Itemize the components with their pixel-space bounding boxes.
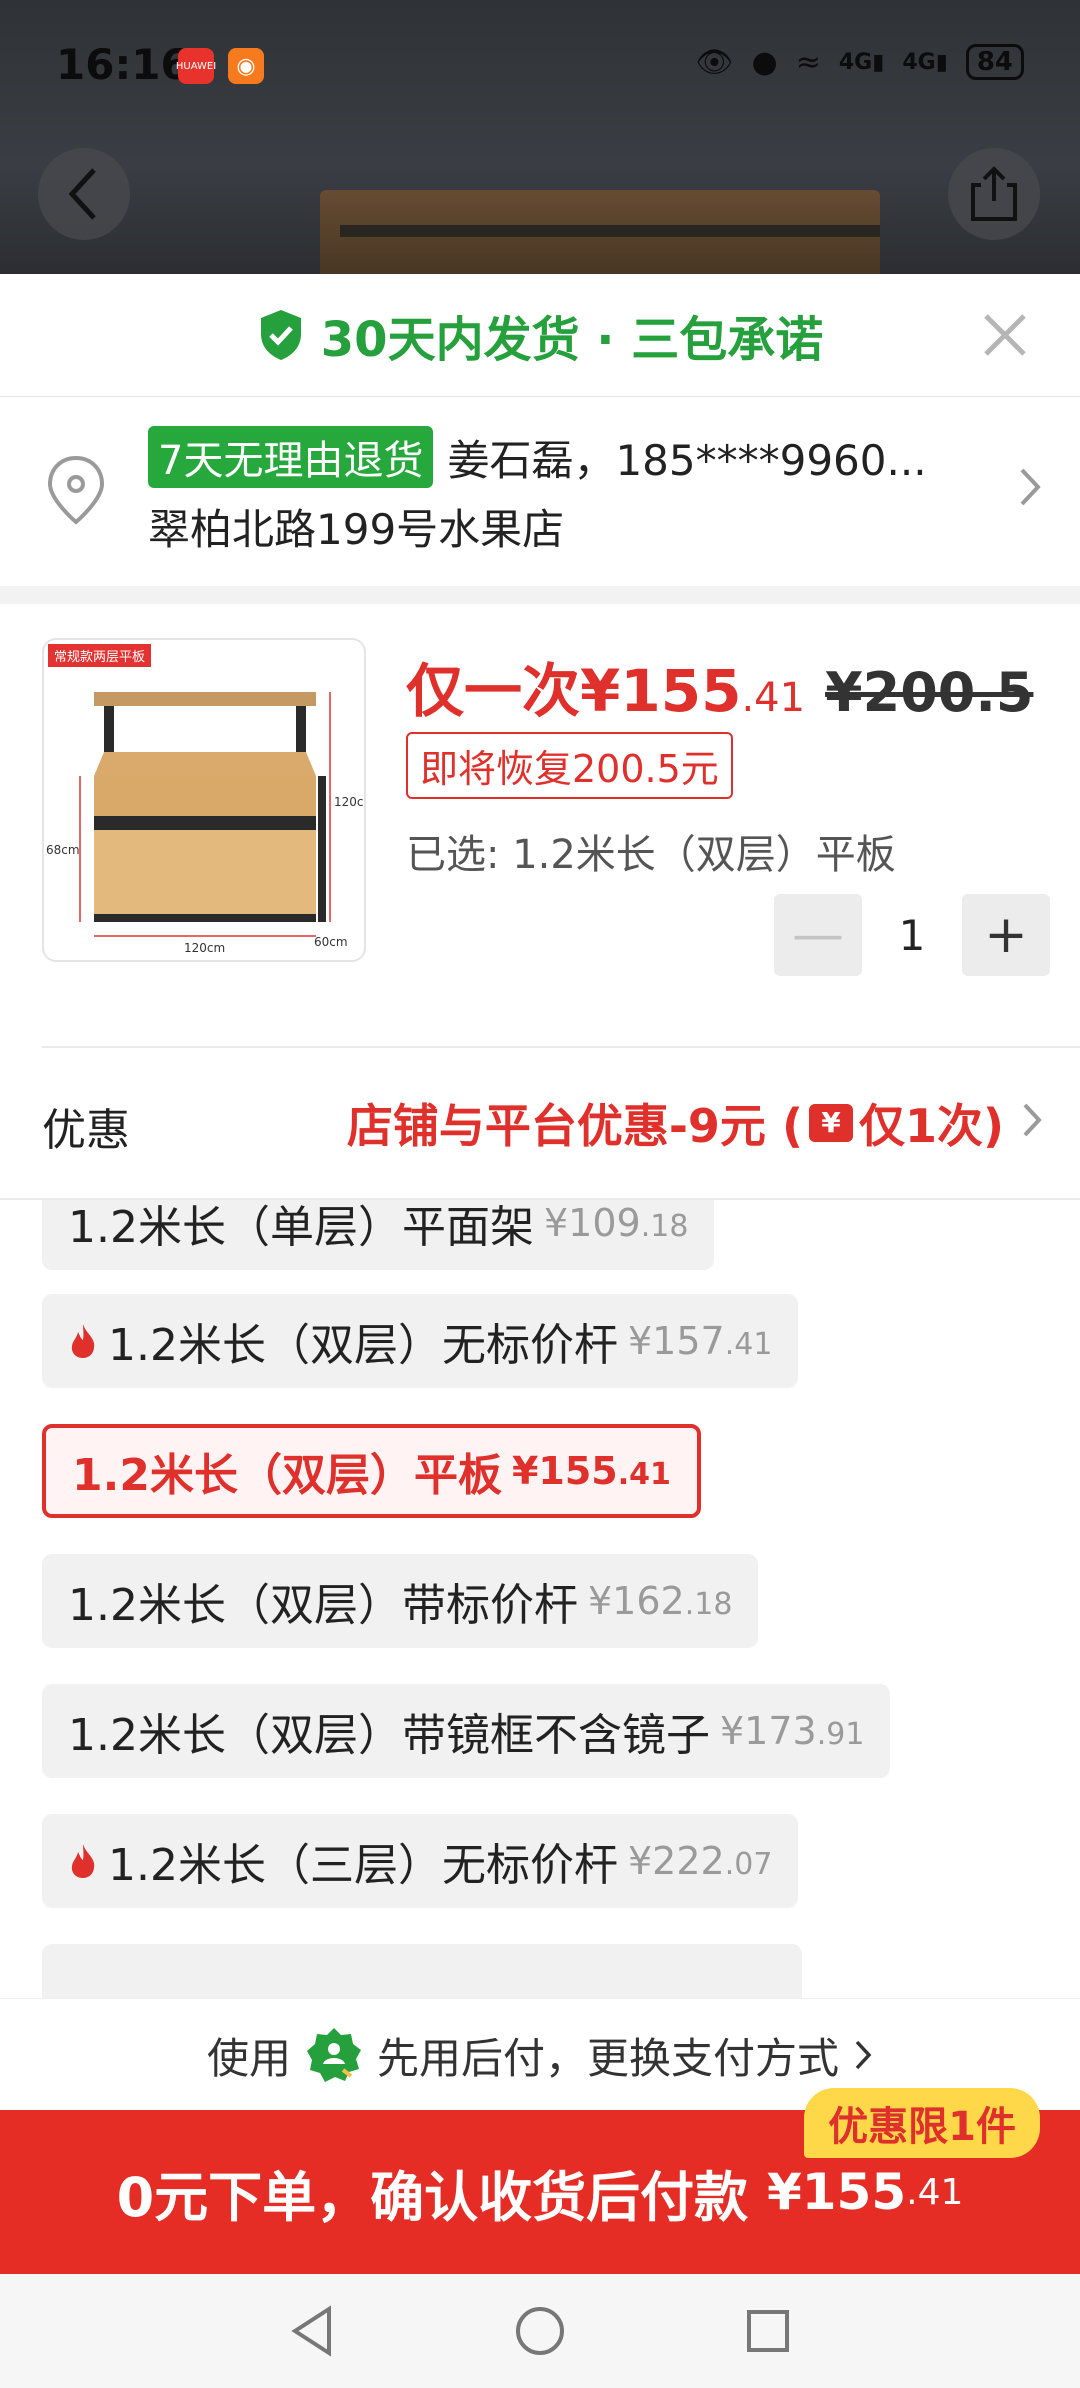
current-price: 仅一次¥155.41 [406, 657, 806, 725]
location-pin-icon [47, 455, 105, 525]
shelf-illustration: 120cm 68cm 120cm 60cm [46, 692, 364, 955]
app-notification-icon: ◉ [228, 48, 264, 84]
selected-variant-text: 已选: 1.2米长（双层）平板 [406, 832, 896, 878]
variant-option[interactable]: 1.2米长（双层）带标价杆 ¥162.18 [42, 1554, 759, 1648]
payment-prefix: 使用 [206, 2033, 291, 2083]
variant-option[interactable]: 1.2米长（双层）无标价杆 ¥157.41 [42, 1294, 799, 1388]
decrease-quantity-button[interactable]: — [774, 894, 862, 976]
coupon-icon: ¥ [808, 1104, 853, 1142]
product-thumbnail[interactable]: 常规款两层平板 120cm 68cm 120cm 60cm [42, 638, 366, 962]
thumb-dim-height: 120cm [334, 795, 364, 809]
increase-quantity-button[interactable]: + [962, 894, 1050, 976]
return-policy-badge: 7天无理由退货 [148, 426, 434, 488]
system-icons: 👁 ● ≈ 4G▮ 4G▮ 84 [695, 44, 1024, 80]
wifi-icon: ≈ [795, 44, 821, 80]
share-button[interactable] [948, 148, 1040, 240]
quantity-stepper: — 1 + [774, 894, 1050, 976]
backdrop-shelf-frame [340, 225, 880, 237]
guarantee-banner: 30天内发货 · 三包承诺 [0, 274, 1080, 397]
variant-options: 1.2米长（单层）平面架 ¥109.18 1.2米长（双层）无标价杆 ¥157.… [0, 1200, 1080, 2000]
thumb-dim-width: 120cm [184, 941, 225, 955]
quantity-value[interactable]: 1 [862, 911, 962, 960]
variant-option[interactable]: 1.2米长（双层）带镜框不含镜子 ¥173.91 [42, 1684, 891, 1778]
purchase-sheet: 30天内发货 · 三包承诺 7天无理由退货 姜石磊，185****9960...… [0, 274, 1080, 2274]
back-button[interactable] [38, 148, 130, 240]
payment-text: 先用后付，更换支付方式 [377, 2033, 840, 2083]
chevron-right-icon [855, 2040, 872, 2070]
chevron-right-icon [1023, 1103, 1042, 1137]
eye-icon: 👁 [695, 44, 734, 80]
price-row: 仅一次¥155.41 ¥200.5 [406, 644, 1033, 728]
location-icon: ● [751, 44, 778, 80]
thumb-dim-base: 68cm [46, 843, 80, 857]
variant-option[interactable]: 1.2米长（单层）平面架 ¥109.18 [42, 1200, 715, 1270]
battery-icon: 84 [965, 44, 1024, 80]
discount-row[interactable]: 优惠 店铺与平台优惠-9元 (¥ 仅1次) [0, 1048, 1080, 1200]
variant-option[interactable]: 1.2米长（三层）无标价杆 ¥222.07 [42, 1814, 799, 1908]
thumb-dim-depth: 60cm [314, 935, 348, 949]
address-contact: 姜石磊，185****9960... [447, 435, 927, 485]
signal-icon-2: 4G▮ [902, 49, 948, 75]
huawei-app-icon: HUAWEI [176, 48, 216, 84]
shield-check-icon [260, 310, 301, 360]
discount-label: 优惠 [42, 1105, 130, 1156]
address-line-2: 翠柏北路199号水果店 [148, 505, 565, 554]
price-restore-badge: 即将恢复200.5元 [406, 732, 733, 799]
back-arrow-icon [68, 168, 96, 220]
hot-fire-icon [71, 1324, 95, 1358]
signal-icon: 4G▮ [838, 49, 885, 75]
variant-option-selected[interactable]: 1.2米长（双层）平板 ¥155.41 [42, 1424, 701, 1518]
share-icon [971, 166, 1017, 221]
chevron-right-icon [1020, 468, 1041, 506]
nav-back-icon[interactable] [287, 2303, 337, 2359]
guarantee-text: 30天内发货 · 三包承诺 [320, 312, 824, 368]
address-row[interactable]: 7天无理由退货 姜石磊，185****9960... 翠柏北路199号水果店 [0, 398, 1080, 584]
nav-home-icon[interactable] [512, 2303, 568, 2359]
thumbnail-tag: 常规款两层平板 [48, 644, 152, 667]
status-bar: 16:16 HUAWEI ◉ 👁 ● ≈ 4G▮ 4G▮ 84 [0, 0, 1080, 130]
original-price: ¥200.5 [825, 661, 1034, 724]
status-time: 16:16 [56, 40, 190, 89]
variant-option-partial[interactable] [42, 1944, 802, 2000]
pay-later-badge-icon [307, 2028, 361, 2082]
nav-recents-icon[interactable] [743, 2306, 793, 2356]
close-icon[interactable] [980, 310, 1030, 360]
address-line-1: 7天无理由退货 姜石磊，185****9960... [148, 426, 927, 488]
discount-value: 店铺与平台优惠-9元 (¥ 仅1次) [346, 1099, 1004, 1153]
system-nav-bar [0, 2274, 1080, 2388]
hot-fire-icon [71, 1844, 95, 1878]
product-summary: 常规款两层平板 120cm 68cm 120cm 60cm [0, 604, 1080, 1044]
limit-badge: 优惠限1件 [804, 2088, 1040, 2158]
section-divider [0, 586, 1080, 604]
